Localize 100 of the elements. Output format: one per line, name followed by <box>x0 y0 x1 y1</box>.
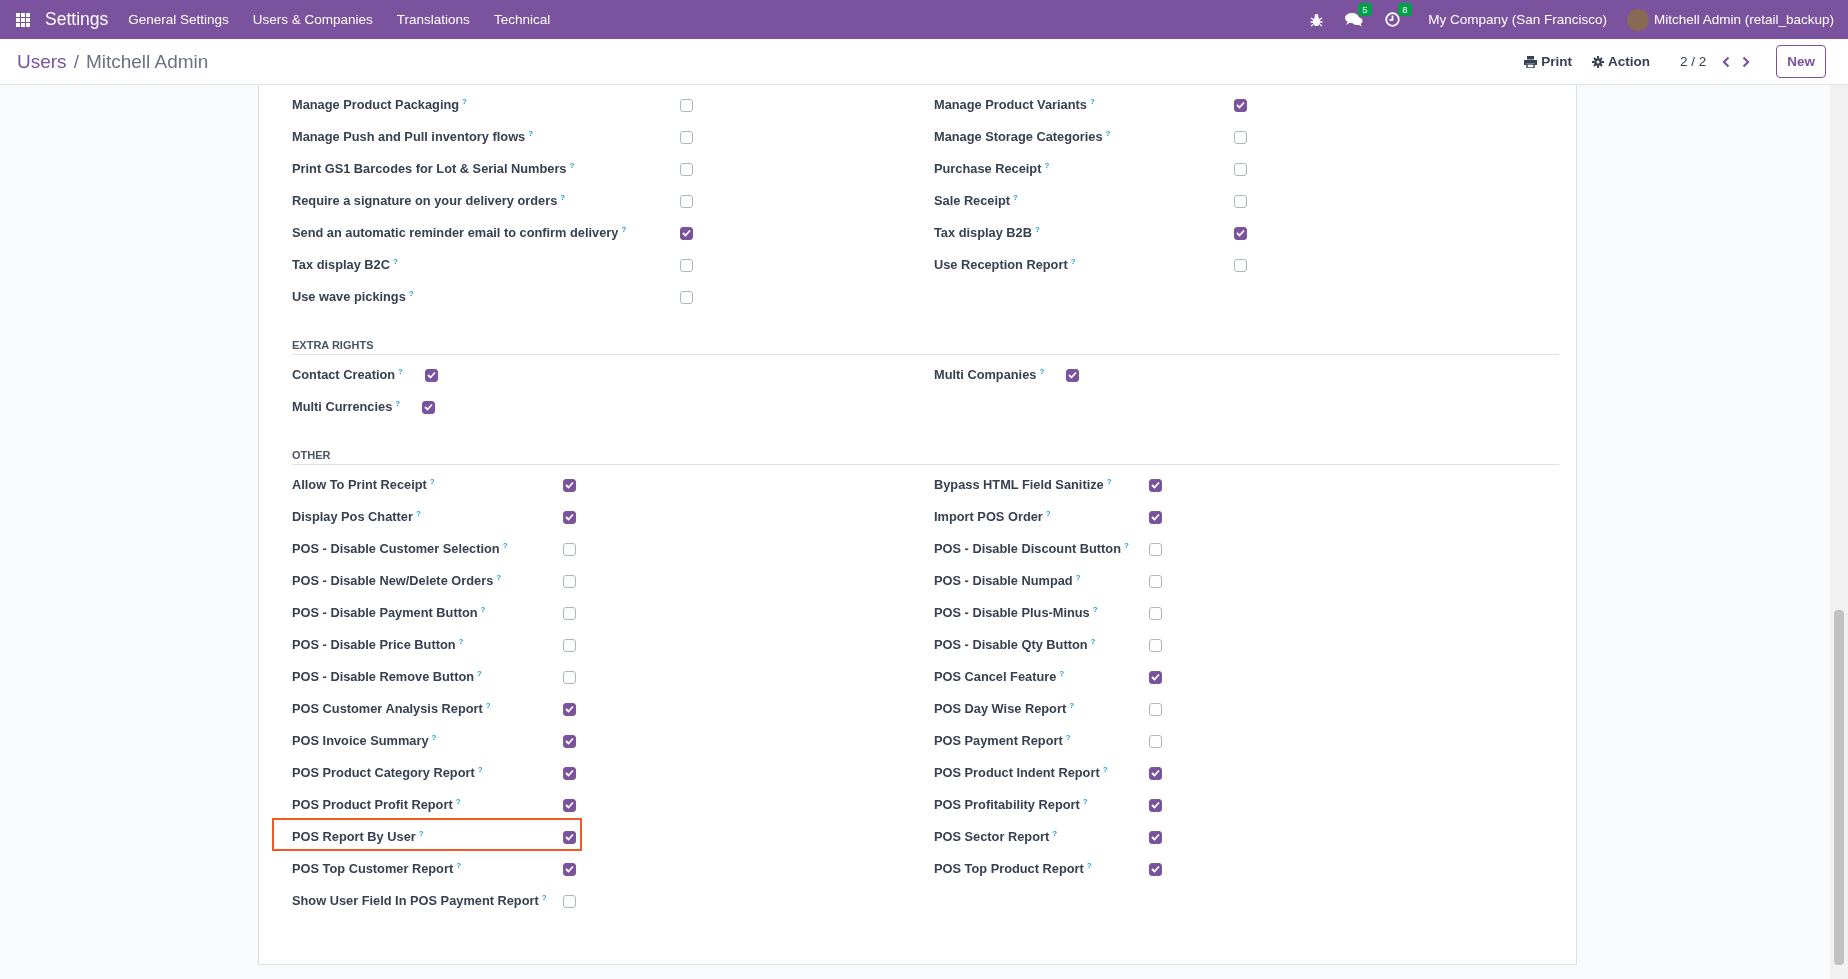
help-mark[interactable]: ? <box>1124 541 1129 551</box>
checkbox[interactable] <box>1149 702 1162 716</box>
checkbox[interactable] <box>1234 162 1247 176</box>
chat-bubbles-icon[interactable] <box>1345 12 1364 27</box>
help-mark[interactable]: ? <box>1090 637 1096 647</box>
next-chevron-icon[interactable] <box>1742 55 1751 68</box>
checkbox[interactable] <box>1149 734 1162 748</box>
checkbox[interactable] <box>563 702 576 716</box>
help-mark[interactable]: ? <box>415 509 421 519</box>
help-mark[interactable]: ? <box>1013 193 1018 203</box>
checkbox[interactable] <box>563 766 576 780</box>
help-mark[interactable]: ? <box>1052 829 1058 839</box>
help-mark[interactable]: ? <box>1034 225 1040 235</box>
checkbox[interactable] <box>680 162 693 176</box>
help-mark[interactable]: ? <box>1039 367 1045 377</box>
help-mark[interactable]: ? <box>1092 605 1098 615</box>
checkbox[interactable] <box>1149 670 1162 684</box>
checkbox[interactable] <box>1149 830 1162 844</box>
app-name[interactable]: Settings <box>45 9 109 30</box>
checkbox[interactable] <box>1149 638 1162 652</box>
help-mark[interactable]: ? <box>621 225 627 235</box>
help-mark[interactable]: ? <box>431 733 437 743</box>
menu-item[interactable]: Technical <box>493 12 551 27</box>
help-mark[interactable]: ? <box>1086 861 1092 871</box>
menu-item[interactable]: Translations <box>396 12 470 27</box>
previous-chevron-icon[interactable] <box>1722 55 1731 68</box>
breadcrumb-link[interactable]: Users <box>17 50 67 73</box>
checkbox[interactable] <box>680 194 693 208</box>
help-mark[interactable]: ? <box>496 573 502 583</box>
company-switcher[interactable]: My Company (San Francisco) <box>1428 12 1607 27</box>
checkbox[interactable] <box>1149 862 1162 876</box>
checkbox[interactable] <box>1149 798 1162 812</box>
help-mark[interactable]: ? <box>1106 477 1112 487</box>
checkbox[interactable] <box>563 478 576 492</box>
help-mark[interactable]: ? <box>455 797 461 807</box>
clock-icon[interactable] <box>1385 12 1401 27</box>
checkbox[interactable] <box>680 130 693 144</box>
help-mark[interactable]: ? <box>560 193 566 203</box>
help-mark[interactable]: ? <box>1075 573 1081 583</box>
checkbox[interactable] <box>1234 130 1247 144</box>
checkbox[interactable] <box>1149 542 1162 556</box>
help-mark[interactable]: ? <box>456 861 462 871</box>
help-mark[interactable]: ? <box>1070 257 1076 267</box>
checkbox[interactable] <box>1234 98 1247 112</box>
checkbox[interactable] <box>1149 478 1162 492</box>
help-mark[interactable]: ? <box>1044 161 1050 171</box>
help-mark[interactable]: ? <box>502 541 508 551</box>
checkbox[interactable] <box>563 830 576 844</box>
checkbox[interactable] <box>563 670 576 684</box>
menu-item[interactable]: Users & Companies <box>252 12 373 27</box>
help-mark[interactable]: ? <box>392 257 398 267</box>
print-button[interactable]: Print <box>1524 54 1572 69</box>
checkbox[interactable] <box>563 894 576 908</box>
new-button[interactable]: New <box>1776 45 1826 78</box>
help-mark[interactable]: ? <box>408 289 414 299</box>
checkbox[interactable] <box>563 510 576 524</box>
checkbox[interactable] <box>563 862 576 876</box>
checkbox[interactable] <box>680 226 693 240</box>
checkbox[interactable] <box>1234 258 1247 272</box>
help-mark[interactable]: ? <box>1045 509 1051 519</box>
checkbox[interactable] <box>1234 194 1247 208</box>
help-mark[interactable]: ? <box>477 669 482 679</box>
checkbox[interactable] <box>563 542 576 556</box>
checkbox[interactable] <box>563 574 576 588</box>
help-mark[interactable]: ? <box>480 605 486 615</box>
help-mark[interactable]: ? <box>429 477 435 487</box>
checkbox[interactable] <box>563 638 576 652</box>
help-mark[interactable]: ? <box>458 637 464 647</box>
help-mark[interactable]: ? <box>485 701 491 711</box>
help-mark[interactable]: ? <box>528 129 534 139</box>
checkbox[interactable] <box>1234 226 1247 240</box>
checkbox[interactable] <box>1149 766 1162 780</box>
checkbox[interactable] <box>1149 574 1162 588</box>
checkbox[interactable] <box>425 368 438 382</box>
help-mark[interactable]: ? <box>1069 701 1075 711</box>
help-mark[interactable]: ? <box>541 893 547 903</box>
help-mark[interactable]: ? <box>1105 129 1111 139</box>
checkbox[interactable] <box>563 606 576 620</box>
help-mark[interactable]: ? <box>418 829 424 839</box>
checkbox[interactable] <box>563 798 576 812</box>
scrollbar[interactable] <box>1830 85 1848 979</box>
user-menu[interactable]: Mitchell Admin (retail_backup) <box>1653 12 1834 27</box>
help-mark[interactable]: ? <box>398 367 403 377</box>
checkbox[interactable] <box>1066 368 1080 382</box>
help-mark[interactable]: ? <box>395 399 401 409</box>
checkbox[interactable] <box>1149 606 1162 620</box>
bug-icon[interactable] <box>1310 12 1324 27</box>
menu-item[interactable]: General Settings <box>128 12 229 27</box>
help-mark[interactable]: ? <box>1089 97 1095 107</box>
help-mark[interactable]: ? <box>1102 765 1108 775</box>
help-mark[interactable]: ? <box>477 765 483 775</box>
help-mark[interactable]: ? <box>1082 797 1088 807</box>
checkbox[interactable] <box>563 734 576 748</box>
help-mark[interactable]: ? <box>569 161 575 171</box>
checkbox[interactable] <box>680 258 693 272</box>
checkbox[interactable] <box>680 98 693 112</box>
apps-menu-icon[interactable] <box>16 12 30 27</box>
scrollbar-thumb[interactable] <box>1834 610 1844 965</box>
help-mark[interactable]: ? <box>462 97 467 107</box>
checkbox[interactable] <box>680 290 693 304</box>
